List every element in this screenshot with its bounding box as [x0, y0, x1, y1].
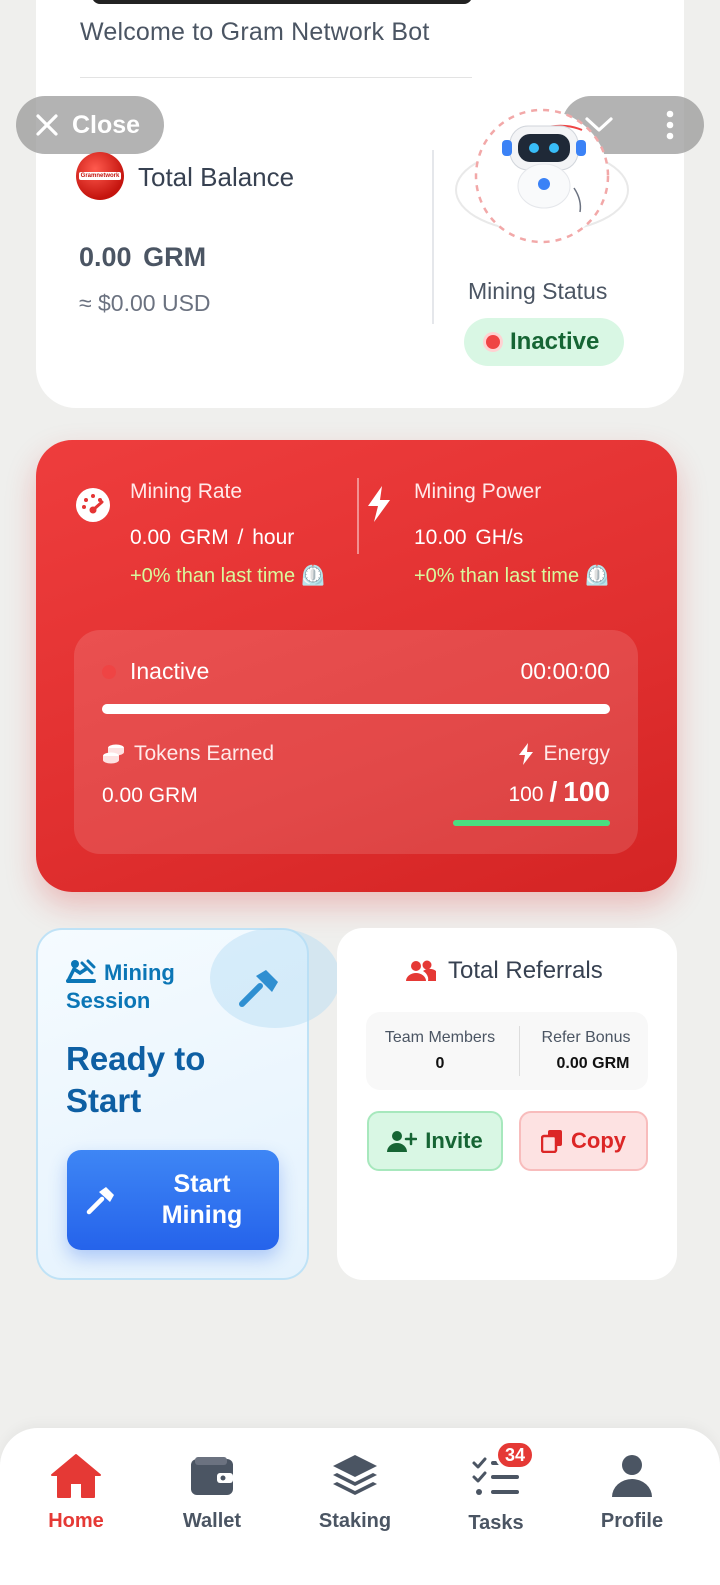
- mining-rate-value: 0.00 GRM / hour: [130, 526, 295, 549]
- tokens-earned-label: Tokens Earned: [102, 742, 274, 766]
- ready-to-start: Ready to Start: [66, 1040, 206, 1119]
- user-plus-icon: [387, 1131, 418, 1152]
- nav-wallet[interactable]: Wallet: [157, 1448, 267, 1533]
- mining-power-title: Mining Power: [414, 480, 542, 503]
- energy-value: 100 / 100: [508, 776, 610, 807]
- session-progress-fill: [102, 704, 610, 714]
- nav-tasks[interactable]: 34 Tasks: [441, 1440, 551, 1535]
- divider: [80, 77, 472, 78]
- nav-staking[interactable]: Staking: [300, 1448, 410, 1533]
- balance-amount: 0.00 GRM: [79, 242, 207, 272]
- copy-button[interactable]: Copy: [519, 1111, 648, 1171]
- mining-rate-title: Mining Rate: [130, 480, 243, 503]
- refer-bonus-label: Refer Bonus: [541, 1029, 631, 1046]
- nav-profile[interactable]: Profile: [577, 1448, 687, 1533]
- status-dot: [486, 335, 500, 349]
- team-members-label: Team Members: [384, 1029, 496, 1046]
- grm-logo: Gramnetwork: [76, 152, 124, 200]
- nav-home[interactable]: Home: [21, 1448, 131, 1533]
- wallet-icon: [191, 1457, 233, 1495]
- referral-stats: [366, 1012, 648, 1090]
- close-label: Close: [72, 110, 141, 139]
- invite-button[interactable]: Invite: [367, 1111, 503, 1171]
- energy-bar: [453, 820, 610, 826]
- welcome-text: Welcome to Gram Network Bot: [80, 18, 430, 46]
- robot-icon: [454, 108, 634, 248]
- status-badge: Inactive: [464, 318, 624, 366]
- total-referrals-title: Total Referrals: [406, 957, 603, 985]
- divider-vertical: [432, 150, 434, 324]
- session-timer: 00:00:00: [520, 658, 610, 684]
- header-strip: [92, 0, 472, 4]
- hammer-icon: [86, 1187, 114, 1215]
- home-icon: [51, 1454, 101, 1498]
- energy-label: Energy: [517, 742, 610, 766]
- stat-divider: [519, 1026, 520, 1076]
- miner-icon: [66, 959, 96, 983]
- session-progress: [102, 704, 610, 714]
- energy-bar-fill: [453, 820, 610, 826]
- more-vertical-icon[interactable]: [666, 110, 674, 140]
- bolt-icon: [519, 743, 534, 765]
- refer-bonus-value: 0.00 GRM: [556, 1055, 630, 1072]
- copy-icon: [541, 1130, 562, 1153]
- mining-power-value: 10.00 GH/s: [414, 526, 524, 549]
- balance-usd: ≈ $0.00 USD: [79, 290, 211, 316]
- users-icon: [406, 960, 436, 981]
- close-button[interactable]: Close: [16, 96, 164, 154]
- mining-status-label: Mining Status: [468, 278, 608, 304]
- hammer-icon: [239, 970, 278, 1007]
- start-mining-button[interactable]: Start Mining: [67, 1150, 279, 1250]
- status-dot: [102, 664, 116, 679]
- mining-rate-change: +0% than last time ⏲️: [130, 565, 326, 587]
- user-icon: [612, 1455, 652, 1497]
- mining-power-change: +0% than last time ⏲️: [414, 565, 610, 587]
- team-members-value: 0: [435, 1055, 445, 1072]
- stat-divider: [357, 478, 359, 554]
- coins-icon: [103, 744, 124, 764]
- close-icon: [36, 114, 58, 136]
- total-balance-label: Total Balance: [138, 162, 295, 192]
- speedometer-icon: [76, 488, 110, 522]
- session-status: Inactive: [102, 658, 209, 685]
- tokens-earned-value: 0.00 GRM: [102, 784, 198, 807]
- bolt-icon: [368, 486, 390, 522]
- mining-session-title: Mining Session: [66, 959, 175, 1013]
- layers-icon: [333, 1455, 377, 1495]
- tasks-badge: 34: [495, 1440, 535, 1470]
